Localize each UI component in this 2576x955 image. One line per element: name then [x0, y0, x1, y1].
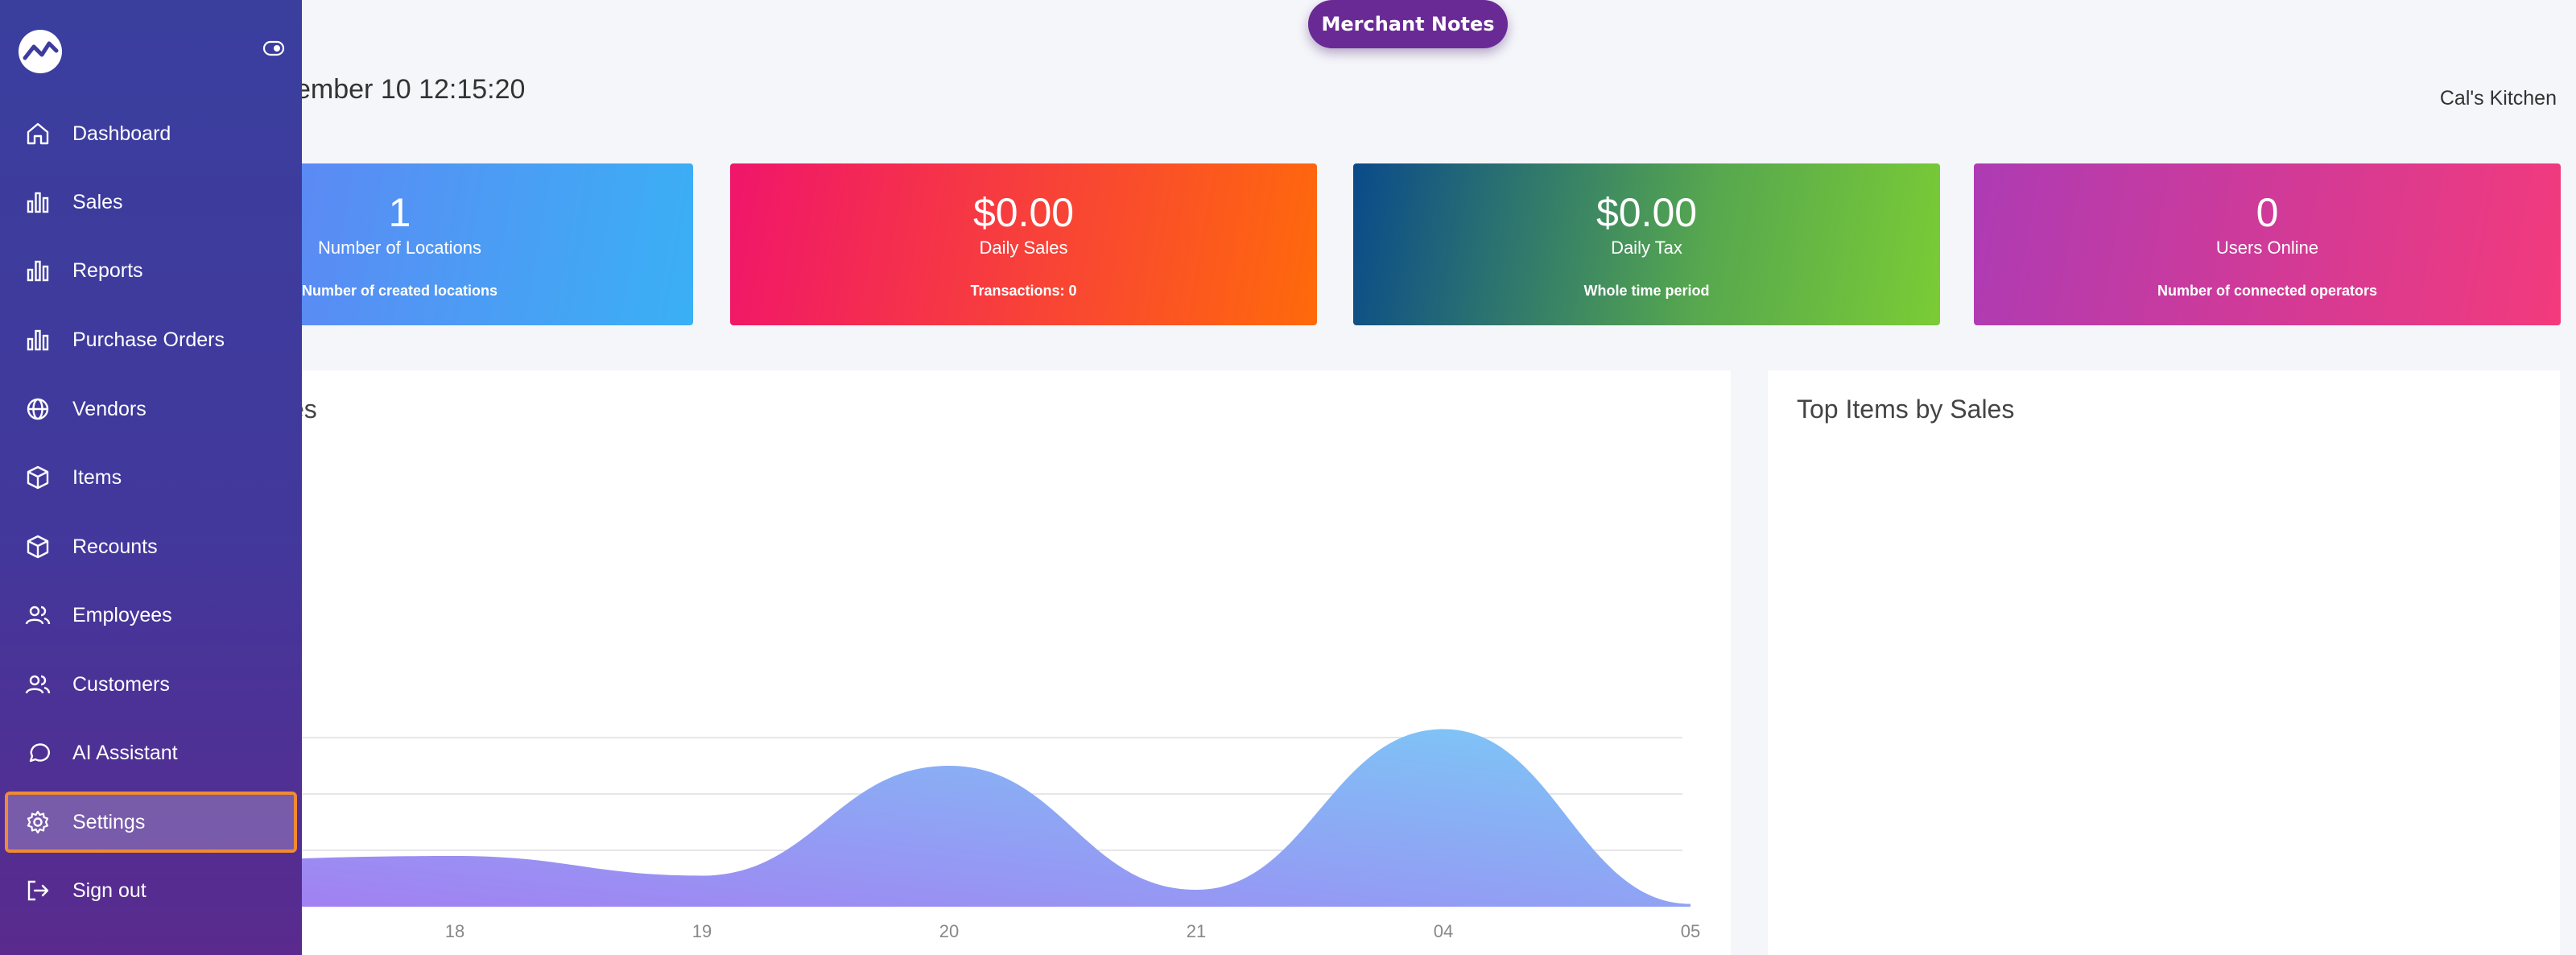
- sidebar-item-label: Sign out: [72, 879, 147, 902]
- card-value: $0.00: [1596, 190, 1698, 235]
- card-subtitle: Number of connected operators: [2157, 283, 2378, 299]
- sidebar-item-label: Items: [72, 465, 122, 489]
- chat-icon: [24, 739, 52, 767]
- users-online-card: 0 Users Online Number of connected opera…: [1974, 163, 2561, 325]
- sign-out-icon: [24, 877, 52, 904]
- sidebar-item-ai-assistant[interactable]: AI Assistant: [5, 722, 297, 783]
- sidebar: Dashboard Sales Reports Purchase Orders Vend…: [0, 0, 302, 955]
- sales-area-chart: 18 19 20 21 04 05: [129, 729, 1700, 941]
- merchant-name: Cal's Kitchen: [2439, 87, 2557, 110]
- sidebar-item-sign-out[interactable]: Sign out: [5, 860, 297, 921]
- logo-icon: [19, 30, 62, 73]
- current-datetime: cember 10 12:15:20: [282, 74, 526, 105]
- x-tick-label: 05: [1681, 921, 1700, 941]
- sidebar-item-label: Settings: [72, 810, 146, 833]
- sidebar-item-label: Vendors: [72, 397, 147, 420]
- sidebar-toggle-icon[interactable]: [262, 40, 285, 56]
- x-tick-label: 20: [939, 921, 959, 941]
- bar-chart-icon: [24, 257, 52, 284]
- x-tick-label: 04: [1434, 921, 1453, 941]
- bar-chart-icon: [24, 188, 52, 216]
- sidebar-item-items[interactable]: Items: [5, 447, 297, 508]
- top-items-title: Top Items by Sales: [1797, 395, 2015, 424]
- card-value: 0: [2256, 190, 2279, 235]
- x-tick-label: 19: [692, 921, 712, 941]
- card-value: $0.00: [972, 190, 1075, 235]
- home-icon: [24, 120, 52, 147]
- sidebar-item-customers[interactable]: Customers: [5, 654, 297, 715]
- sidebar-item-label: Customers: [72, 672, 170, 696]
- sidebar-item-label: Recounts: [72, 535, 158, 558]
- sidebar-item-label: Dashboard: [72, 122, 171, 145]
- sidebar-item-reports[interactable]: Reports: [5, 240, 297, 301]
- sidebar-item-vendors[interactable]: Vendors: [5, 378, 297, 440]
- sales-chart-panel: es 18 19 20 21 04 05: [129, 370, 1731, 955]
- card-label: Daily Tax: [1611, 238, 1682, 258]
- card-label: Users Online: [2215, 238, 2319, 258]
- daily-tax-card: $0.00 Daily Tax Whole time period: [1353, 163, 1940, 325]
- sidebar-item-dashboard[interactable]: Dashboard: [5, 103, 297, 164]
- sidebar-item-settings[interactable]: Settings: [5, 792, 297, 853]
- x-tick-label: 21: [1187, 921, 1206, 941]
- x-tick-label: 18: [445, 921, 464, 941]
- bar-chart-icon: [24, 326, 52, 353]
- card-subtitle: Transactions: 0: [970, 283, 1077, 299]
- sidebar-item-label: Purchase Orders: [72, 328, 225, 351]
- sidebar-item-sales[interactable]: Sales: [5, 172, 297, 233]
- sidebar-item-label: Employees: [72, 603, 172, 626]
- card-label: Daily Sales: [979, 238, 1068, 258]
- daily-sales-card: $0.00 Daily Sales Transactions: 0: [730, 163, 1317, 325]
- top-items-panel: Top Items by Sales: [1768, 370, 2560, 955]
- sidebar-item-label: Sales: [72, 190, 123, 213]
- main-content: Merchant Notes cember 10 12:15:20 Cal's …: [0, 0, 2576, 955]
- gear-icon: [24, 808, 52, 836]
- users-icon: [24, 671, 52, 698]
- sidebar-item-label: AI Assistant: [72, 741, 178, 764]
- box-icon: [24, 464, 52, 491]
- sidebar-item-recounts[interactable]: Recounts: [5, 516, 297, 577]
- card-subtitle: Whole time period: [1583, 283, 1710, 299]
- globe-icon: [24, 395, 52, 423]
- merchant-notes-button[interactable]: Merchant Notes: [1308, 0, 1508, 48]
- users-icon: [24, 602, 52, 629]
- sidebar-item-purchase-orders[interactable]: Purchase Orders: [5, 309, 297, 370]
- sidebar-item-label: Reports: [72, 258, 143, 282]
- sales-area-series: [129, 729, 1690, 907]
- sidebar-item-employees[interactable]: Employees: [5, 585, 297, 646]
- box-icon: [24, 533, 52, 560]
